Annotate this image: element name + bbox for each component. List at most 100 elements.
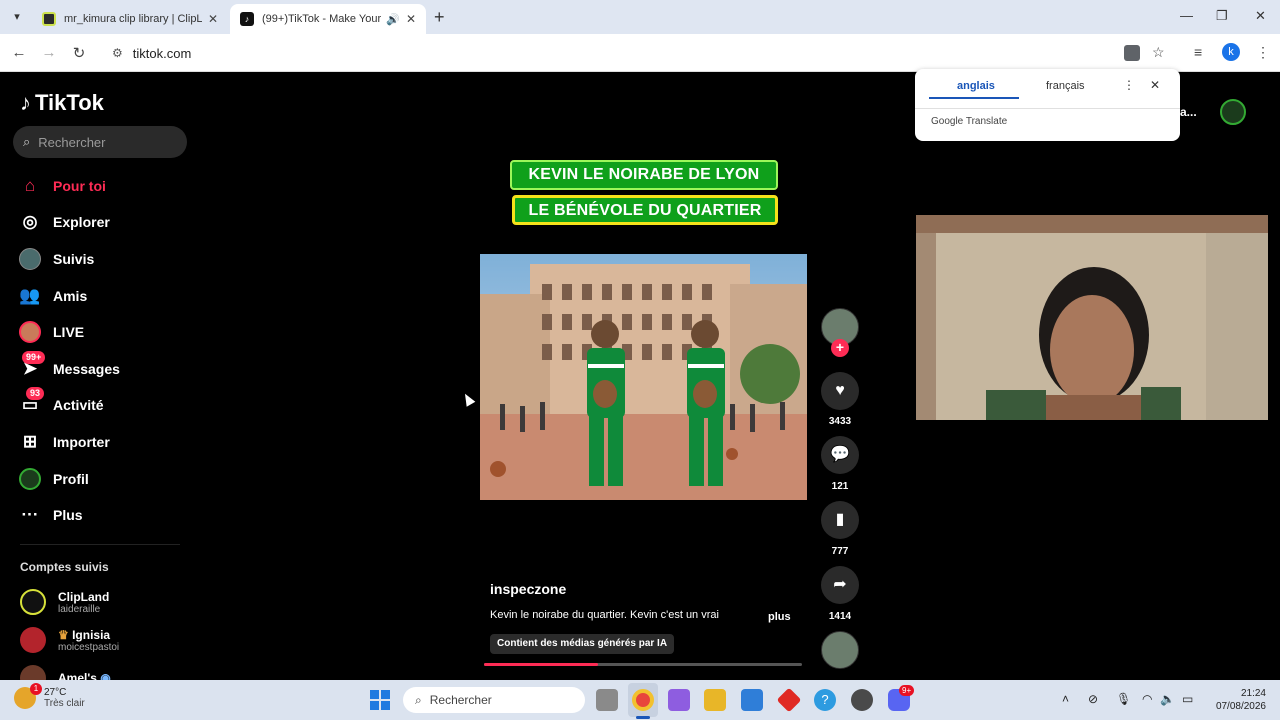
windows-start-icon[interactable] <box>370 690 390 710</box>
sidebar-item-suivis[interactable]: Suivis <box>18 244 188 274</box>
battery-icon[interactable]: ▭ <box>1182 692 1193 706</box>
app-diamond-icon[interactable] <box>776 687 802 713</box>
followed-account[interactable]: ClipLand laideraille <box>20 585 190 619</box>
follow-plus-icon[interactable]: + <box>831 339 849 357</box>
weather-condition: Très clair <box>44 698 85 709</box>
sidebar-item-profil[interactable]: Profil <box>18 464 188 494</box>
more-icon: ··· <box>21 505 39 524</box>
followed-account[interactable]: ♛ Ignisia moicestpastoi <box>20 623 190 657</box>
video-player[interactable] <box>480 254 807 500</box>
weather-badge: 1 <box>30 683 42 695</box>
file-explorer-icon[interactable] <box>704 689 726 711</box>
ai-content-label[interactable]: Contient des médias générés par IA <box>490 634 675 654</box>
copilot-icon[interactable] <box>668 689 690 711</box>
chrome-icon[interactable] <box>632 689 654 711</box>
account-name: ♛ Ignisia <box>58 627 111 642</box>
followed-account[interactable]: Amel's ◉ <box>20 661 190 680</box>
close-window-icon[interactable]: ✕ <box>1255 8 1266 24</box>
tab-close-icon[interactable]: ✕ <box>208 12 218 26</box>
translate-options-icon[interactable]: ⋮ <box>1123 78 1135 92</box>
search-input[interactable]: ⌕ Rechercher <box>13 126 187 158</box>
speaker-icon[interactable]: 🔊 <box>386 13 400 26</box>
store-icon[interactable] <box>741 689 763 711</box>
taskbar-clock[interactable]: 21:24 07/08/2026 <box>1208 687 1266 713</box>
sound-avatar[interactable] <box>821 631 859 669</box>
translate-icon[interactable] <box>1124 45 1140 61</box>
sidebar-item-pour-toi[interactable]: ⌂ Pour toi <box>18 171 188 201</box>
restore-icon[interactable]: ❐ <box>1216 8 1228 24</box>
microphone-icon[interactable]: 🎙 <box>1116 692 1131 706</box>
mouse-cursor-icon <box>460 391 476 407</box>
webcam-overlay <box>916 215 1268 420</box>
sidebar-item-live[interactable]: LIVE <box>18 317 188 347</box>
discord-badge: 9+ <box>899 685 915 696</box>
new-tab-button[interactable]: + <box>434 8 445 26</box>
compass-icon: ◎ <box>22 212 38 231</box>
tab-tiktok[interactable]: ♪ (99+)TikTok - Make Your Da 🔊 ✕ <box>230 4 426 34</box>
video-author[interactable]: inspeczone <box>490 581 566 597</box>
video-title-line-1: KEVIN LE NOIRABE DE LYON <box>510 160 778 190</box>
friends-icon: 👥 <box>19 286 41 305</box>
save-count: 777 <box>831 546 849 557</box>
help-icon[interactable]: ? <box>814 689 836 711</box>
sidebar-item-explorer[interactable]: ◎ Explorer <box>18 207 188 237</box>
task-view-icon[interactable] <box>596 689 618 711</box>
url-field[interactable]: ⚙ tiktok.com <box>100 39 1180 67</box>
comment-button[interactable]: 💬 <box>821 436 859 474</box>
tiktok-favicon-icon: ♪ <box>240 12 254 26</box>
obs-icon[interactable] <box>851 689 873 711</box>
messages-badge: 99+ <box>22 351 46 364</box>
sidebar-item-label: Importer <box>53 434 110 450</box>
video-progress-bar[interactable] <box>484 663 802 666</box>
reload-icon[interactable]: ↻ <box>70 44 88 62</box>
bookmark-icon: ▮ <box>835 511 845 528</box>
tray-chevron-icon[interactable]: ˄ <box>1062 692 1069 706</box>
browser-menu-icon[interactable]: ⋮ <box>1256 44 1270 61</box>
weather-widget[interactable]: 1 27°C Très clair <box>14 683 85 709</box>
weather-temp: 27°C <box>44 687 67 698</box>
video-progress-fill <box>484 663 599 666</box>
tiktok-logo[interactable]: ♪ TikTok <box>20 90 104 116</box>
forward-icon[interactable]: → <box>40 44 58 61</box>
windows-taskbar: 1 27°C Très clair ⌕ Rechercher ? 9+ ˄ ⊘ … <box>0 680 1280 720</box>
share-button[interactable]: ➦ <box>821 566 859 604</box>
caption-more-link[interactable]: plus <box>768 611 791 623</box>
sidebar-item-messages[interactable]: ➤ 99+ Messages <box>18 351 188 384</box>
like-button[interactable]: ♥ <box>821 372 859 410</box>
sidebar-item-activite[interactable]: ▭ 93 Activité <box>18 387 188 420</box>
site-info-icon[interactable]: ⚙ <box>112 46 123 60</box>
translate-divider <box>915 108 1180 109</box>
activity-badge: 93 <box>26 387 45 400</box>
sidebar-item-plus[interactable]: ··· Plus <box>18 500 188 530</box>
back-icon[interactable]: ← <box>10 44 28 61</box>
save-button[interactable]: ▮ <box>821 501 859 539</box>
media-control-icon[interactable]: ≡ <box>1194 44 1202 60</box>
taskbar-search-placeholder: Rechercher <box>429 693 492 707</box>
translate-target-tab[interactable]: français <box>1046 80 1085 92</box>
heart-icon: ♥ <box>835 382 845 399</box>
translate-close-icon[interactable]: ✕ <box>1150 78 1160 92</box>
live-icon <box>18 320 42 344</box>
translate-source-tab[interactable]: anglais <box>957 80 995 92</box>
wifi-icon[interactable]: ◠ <box>1142 692 1152 706</box>
sidebar-item-amis[interactable]: 👥 Amis <box>18 281 188 311</box>
tray-network-off-icon[interactable]: ⊘ <box>1088 692 1098 706</box>
tab-cliplabz[interactable]: mr_kimura clip library | ClipLabz ✕ <box>32 4 228 34</box>
sidebar-item-label: Suivis <box>53 251 95 267</box>
sidebar-item-label: Profil <box>53 471 89 487</box>
minimize-icon[interactable]: — <box>1180 8 1193 23</box>
tab-close-icon[interactable]: ✕ <box>406 12 416 26</box>
bookmark-star-icon[interactable]: ☆ <box>1152 44 1165 61</box>
taskbar-search-input[interactable]: ⌕ Rechercher <box>403 687 585 713</box>
sidebar-item-importer[interactable]: ⊞ Importer <box>18 427 188 457</box>
cliplabz-favicon-icon <box>42 12 56 26</box>
search-icon: ⌕ <box>415 692 422 707</box>
volume-icon[interactable]: 🔈 <box>1160 692 1175 706</box>
account-name: Amel's ◉ <box>58 671 111 680</box>
video-caption: Kevin le noirabe du quartier. Kevin c'es… <box>490 609 719 621</box>
user-avatar[interactable] <box>1220 99 1246 125</box>
tab-search-chevron-icon[interactable]: ▾ <box>8 8 26 26</box>
account-handle: moicestpastoi <box>58 641 120 653</box>
profile-avatar[interactable]: k <box>1222 43 1240 61</box>
share-count: 1414 <box>828 611 852 622</box>
